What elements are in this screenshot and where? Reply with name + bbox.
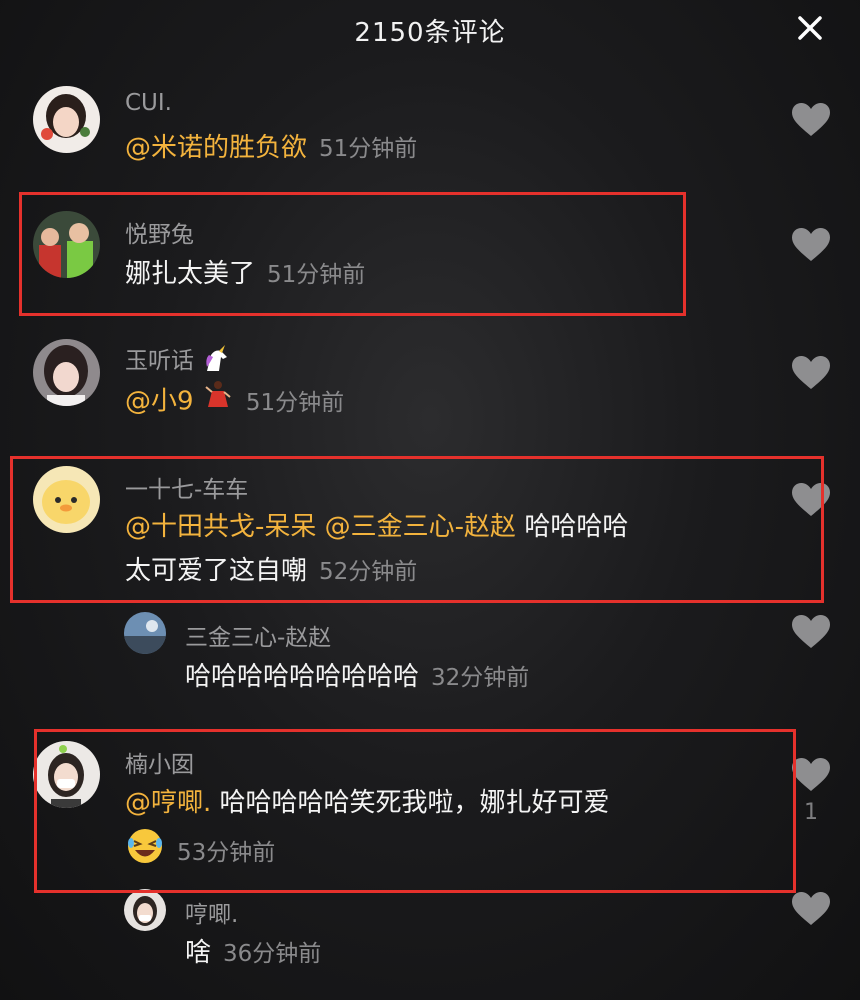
- laughing-face-icon: [125, 825, 165, 879]
- comments-header: 2150条评论: [0, 0, 860, 58]
- reply-item: 哼唧. 啥 36分钟前: [0, 885, 860, 995]
- comment-author[interactable]: 哼唧.: [185, 895, 238, 929]
- reply-item: 三金三心-赵赵 哈哈哈哈哈哈哈哈哈 32分钟前: [0, 610, 860, 700]
- mention-link[interactable]: @哼唧.: [125, 788, 211, 818]
- comment-author[interactable]: 玉听话: [125, 341, 231, 379]
- comment-author[interactable]: 悦野兔: [125, 215, 194, 249]
- comment-text: @十田共戈-呆呆 @三金三心-赵赵 哈哈哈哈: [125, 505, 628, 549]
- like-heart-icon[interactable]: [791, 891, 831, 927]
- comment-body: 娜扎太美了: [125, 259, 256, 289]
- comment-count-title: 2150条评论: [354, 18, 506, 48]
- avatar[interactable]: [124, 889, 166, 931]
- mention-link[interactable]: @三金三心-赵赵: [325, 512, 516, 542]
- avatar[interactable]: [33, 466, 100, 533]
- unicorn-icon: [201, 344, 231, 379]
- author-name: 玉听话: [125, 348, 194, 374]
- like-heart-icon[interactable]: [791, 757, 831, 793]
- mention-link[interactable]: @小9: [125, 387, 194, 417]
- comment-text: @小9 51分钟前: [125, 379, 344, 425]
- like-count: 1: [804, 800, 818, 825]
- close-icon[interactable]: [794, 12, 826, 44]
- comment-body: 太可爱了这自嘲: [125, 556, 308, 586]
- avatar[interactable]: [33, 741, 100, 808]
- comment-author[interactable]: CUI.: [125, 90, 172, 116]
- like-heart-icon[interactable]: [791, 355, 831, 391]
- comment-item: 玉听话 @小9 51分钟前: [0, 333, 860, 433]
- comment-time: 51分钟前: [245, 389, 345, 416]
- comment-time: 52分钟前: [319, 559, 418, 585]
- dancer-icon: [202, 379, 234, 425]
- mention-link[interactable]: @米诺的胜负欲: [125, 133, 307, 163]
- comment-body: 哈哈哈哈哈哈哈哈哈: [185, 662, 420, 692]
- comment-body: 哈哈哈哈: [524, 512, 629, 542]
- comment-author[interactable]: 楠小囡: [125, 745, 194, 779]
- comment-item: 楠小囡 @哼唧. 哈哈哈哈哈笑死我啦，娜扎好可爱 53分钟前 1: [0, 737, 860, 877]
- avatar[interactable]: [124, 612, 166, 654]
- comment-body: 哈哈哈哈哈笑死我啦，娜扎好可爱: [219, 788, 610, 818]
- like-heart-icon[interactable]: [791, 614, 831, 650]
- comment-time: 51分钟前: [319, 136, 418, 162]
- comment-item: 悦野兔 娜扎太美了 51分钟前: [0, 205, 860, 305]
- comment-item: 一十七-车车 @十田共戈-呆呆 @三金三心-赵赵 哈哈哈哈 太可爱了这自嘲 52分…: [0, 462, 860, 592]
- comment-item: CUI. @米诺的胜负欲 51分钟前: [0, 80, 860, 180]
- mention-link[interactable]: @十田共戈-呆呆: [125, 512, 316, 542]
- comment-text: @哼唧. 哈哈哈哈哈笑死我啦，娜扎好可爱: [125, 781, 610, 825]
- comment-author[interactable]: 一十七-车车: [125, 470, 248, 504]
- comment-time: 53分钟前: [177, 839, 276, 866]
- comment-text: 哈哈哈哈哈哈哈哈哈 32分钟前: [185, 655, 529, 700]
- comment-body: 啥: [185, 938, 212, 968]
- comment-text: @米诺的胜负欲 51分钟前: [125, 126, 417, 171]
- comment-time: 36分钟前: [223, 941, 322, 967]
- comment-text-line2: 太可爱了这自嘲 52分钟前: [125, 549, 417, 594]
- comment-text-line2: 53分钟前: [125, 825, 275, 879]
- comment-text: 娜扎太美了 51分钟前: [125, 252, 365, 297]
- comment-time: 32分钟前: [431, 665, 530, 691]
- avatar[interactable]: [33, 211, 100, 278]
- like-heart-icon[interactable]: [791, 227, 831, 263]
- avatar[interactable]: [33, 339, 100, 406]
- comment-text: 啥 36分钟前: [185, 931, 321, 976]
- avatar[interactable]: [33, 86, 100, 153]
- like-heart-icon[interactable]: [791, 102, 831, 138]
- like-heart-icon[interactable]: [791, 482, 831, 518]
- comment-author[interactable]: 三金三心-赵赵: [185, 618, 331, 652]
- comment-time: 51分钟前: [267, 262, 366, 288]
